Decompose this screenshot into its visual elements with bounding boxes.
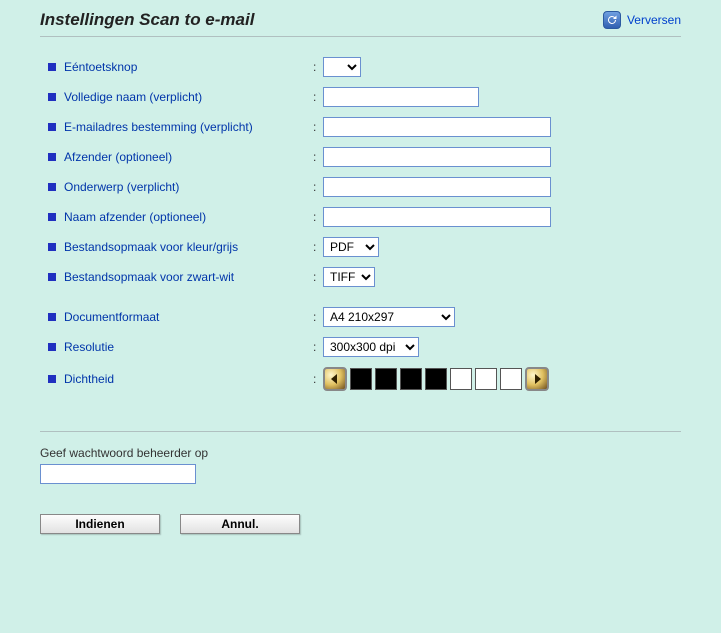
bullet-icon — [48, 273, 56, 281]
cancel-button[interactable]: Annul. — [180, 514, 300, 534]
admin-password-input[interactable] — [40, 464, 196, 484]
full-name-input[interactable] — [323, 87, 479, 107]
sender-input[interactable] — [323, 147, 551, 167]
doc-format-select[interactable]: A4 210x297 — [323, 307, 455, 327]
refresh-link[interactable]: Verversen — [603, 11, 681, 29]
colon: : — [313, 180, 323, 194]
label-format-bw: Bestandsopmaak voor zwart-wit — [64, 270, 234, 284]
submit-button[interactable]: Indienen — [40, 514, 160, 534]
colon: : — [313, 210, 323, 224]
density-increase-button[interactable] — [525, 367, 549, 391]
colon: : — [313, 150, 323, 164]
density-level-1[interactable] — [350, 368, 372, 390]
label-dest-email: E-mailadres bestemming (verplicht) — [64, 120, 253, 134]
password-label: Geef wachtwoord beheerder op — [40, 446, 681, 460]
refresh-label: Verversen — [627, 13, 681, 27]
bullet-icon — [48, 243, 56, 251]
bullet-icon — [48, 313, 56, 321]
colon: : — [313, 60, 323, 74]
bullet-icon — [48, 93, 56, 101]
subject-input[interactable] — [323, 177, 551, 197]
label-subject: Onderwerp (verplicht) — [64, 180, 179, 194]
colon: : — [313, 270, 323, 284]
label-sender-name: Naam afzender (optioneel) — [64, 210, 206, 224]
bullet-icon — [48, 343, 56, 351]
sender-name-input[interactable] — [323, 207, 551, 227]
density-level-2[interactable] — [375, 368, 397, 390]
label-sender: Afzender (optioneel) — [64, 150, 172, 164]
divider — [40, 431, 681, 432]
density-level-7[interactable] — [500, 368, 522, 390]
label-resolution: Resolutie — [64, 340, 114, 354]
bullet-icon — [48, 375, 56, 383]
bullet-icon — [48, 123, 56, 131]
dest-email-input[interactable] — [323, 117, 551, 137]
density-decrease-button[interactable] — [323, 367, 347, 391]
colon: : — [313, 310, 323, 324]
bullet-icon — [48, 63, 56, 71]
colon: : — [313, 240, 323, 254]
bullet-icon — [48, 153, 56, 161]
format-bw-select[interactable]: TIFF — [323, 267, 375, 287]
density-level-3[interactable] — [400, 368, 422, 390]
bullet-icon — [48, 213, 56, 221]
label-density: Dichtheid — [64, 372, 114, 386]
density-level-4[interactable] — [425, 368, 447, 390]
label-full-name: Volledige naam (verplicht) — [64, 90, 202, 104]
density-level-5[interactable] — [450, 368, 472, 390]
colon: : — [313, 372, 323, 386]
density-level-6[interactable] — [475, 368, 497, 390]
refresh-icon — [603, 11, 621, 29]
resolution-select[interactable]: 300x300 dpi — [323, 337, 419, 357]
label-one-touch: Eéntoetsknop — [64, 60, 137, 74]
label-doc-format: Documentformaat — [64, 310, 159, 324]
colon: : — [313, 90, 323, 104]
label-format-color: Bestandsopmaak voor kleur/grijs — [64, 240, 238, 254]
page-title: Instellingen Scan to e-mail — [40, 10, 254, 30]
colon: : — [313, 340, 323, 354]
colon: : — [313, 120, 323, 134]
one-touch-select[interactable] — [323, 57, 361, 77]
format-color-select[interactable]: PDF — [323, 237, 379, 257]
bullet-icon — [48, 183, 56, 191]
